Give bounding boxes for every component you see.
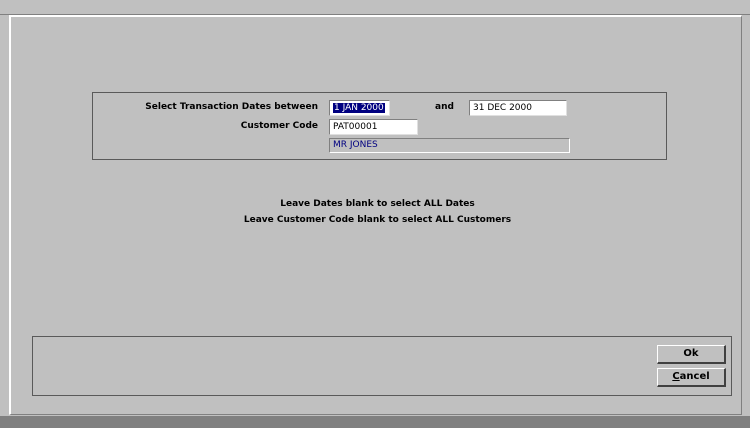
title-bar [0,0,750,15]
customer-name-display: MR JONES [329,138,570,153]
cancel-button[interactable]: Cancel [657,368,726,387]
date-from-input[interactable]: 1 JAN 2000 [329,100,390,116]
ok-button[interactable]: Ok [657,345,726,364]
cancel-mnemonic: C [672,371,680,382]
hint-dates: Leave Dates blank to select ALL Dates [280,199,475,209]
date-to-input[interactable]: 31 DEC 2000 [469,100,567,116]
customer-code-input[interactable]: PAT00001 [329,119,418,135]
ok-label: Ok [683,348,699,359]
date-range-label: Select Transaction Dates between [145,102,318,112]
cancel-label: ancel [679,371,710,382]
status-bar [0,416,750,428]
and-label: and [435,102,454,112]
dialog-window: Select Transaction Dates between 1 JAN 2… [9,15,742,415]
hint-customer: Leave Customer Code blank to select ALL … [243,215,512,225]
button-panel: Ok Cancel [32,336,732,396]
customer-code-label: Customer Code [240,121,318,131]
date-from-value: 1 JAN 2000 [333,103,385,113]
criteria-group: Select Transaction Dates between 1 JAN 2… [92,92,667,160]
